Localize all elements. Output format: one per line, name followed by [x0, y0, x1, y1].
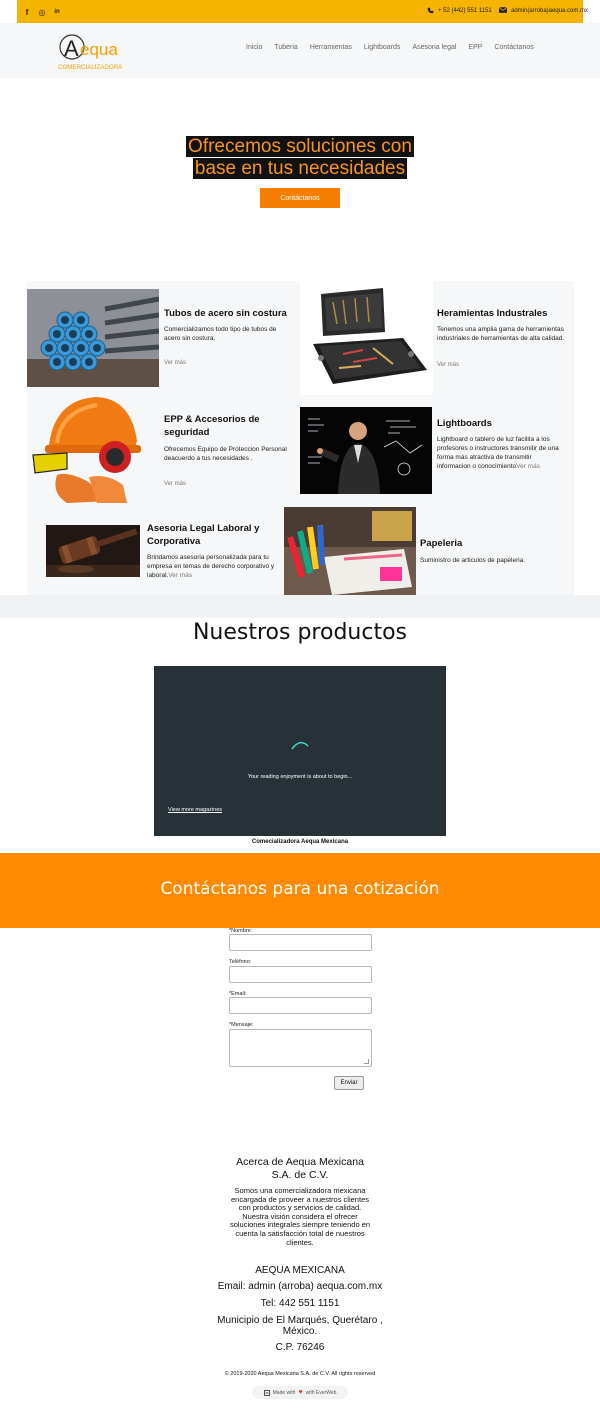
service-title-epp: EPP & Accesorios de seguridad	[164, 414, 260, 438]
nav-tuberia[interactable]: Tuberia	[274, 44, 297, 51]
made-with-everweb-badge[interactable]: Made with ♥ with EverWeb	[252, 1386, 348, 1399]
service-title-tubos: Tubos de acero sin costura	[164, 308, 287, 319]
aequa-logo-icon: A equa COMERCIALIZADORA	[58, 34, 123, 71]
quote-banner-title: Contáctanos para una cotización	[160, 879, 440, 899]
nav-epp[interactable]: EPP	[468, 44, 482, 51]
company-email: Email: admin (arroba) aequa.com.mx	[217, 1281, 383, 1292]
service-title-herramientas: Heramientas Industrales	[437, 308, 548, 319]
top-bar: f ◎ in + 52 (442) 551 1151 admin(arroba)…	[17, 0, 588, 23]
company-phone: Tel: 442 551 1151	[260, 1298, 340, 1309]
safety-helmet-image	[27, 393, 159, 505]
nav-herramientas[interactable]: Herramientas	[310, 44, 352, 51]
steel-pipes-image	[27, 289, 159, 387]
service-more-lightboards[interactable]: Ver más	[516, 463, 540, 470]
nav-contactanos[interactable]: Contáctanos	[494, 44, 533, 51]
service-desc-tubos: Comercializamos todo tipo de tubos de ac…	[164, 326, 277, 342]
mensaje-label: *Mensaje:	[229, 1022, 254, 1028]
quote-banner: Contáctanos para una cotización	[0, 853, 600, 928]
company-postal-code: C.P. 76246	[275, 1342, 325, 1353]
email-address: admin(arroba)aequa.com.mx	[511, 8, 589, 14]
tool-case-image	[303, 284, 431, 392]
stationery-image	[284, 507, 416, 595]
nav-inicio[interactable]: Inicio	[246, 44, 262, 51]
svg-text:equa: equa	[80, 40, 118, 59]
nav-asesoria-legal[interactable]: Asesoria legal	[412, 44, 456, 51]
service-desc-legal: Brindamos asesoria personalizada para tu…	[147, 554, 275, 579]
phone-icon	[427, 7, 434, 14]
service-desc-papeleria: Suministro de articulos de papeleria.	[420, 557, 526, 564]
copyright: © 2019-2020 Aequa Mexicana S.A. de C.V. …	[224, 1371, 376, 1377]
linkedin-icon[interactable]: in	[52, 7, 62, 17]
viewer-loading-text: Your reading enjoyment is about to begin…	[247, 774, 353, 780]
hero-title-line-1: Ofrecemos soluciones con	[186, 136, 414, 157]
telefono-label: Teléfono:	[229, 959, 252, 965]
service-desc-herramientas: Tenemos una amplia gama de herramientas …	[437, 326, 565, 342]
service-more-legal[interactable]: Ver más	[168, 572, 192, 579]
service-title-lightboards: Lightboards	[437, 418, 492, 429]
service-desc-lightboards: Lightboard o tablero de luz facilita a l…	[437, 436, 559, 470]
company-name: AEQUA MEXICANA	[255, 1265, 345, 1276]
loading-spinner-icon	[291, 741, 309, 750]
submit-button[interactable]: Enviar	[334, 1076, 364, 1090]
logo[interactable]: A equa COMERCIALIZADORA	[58, 33, 138, 71]
phone-contact[interactable]: + 52 (442) 551 1151	[427, 6, 492, 16]
envelope-icon	[498, 7, 508, 14]
about-title: Acerca de Aequa Mexicana S.A. de C.V.	[236, 1156, 364, 1181]
svg-text:COMERCIALIZADORA: COMERCIALIZADORA	[58, 64, 123, 71]
view-more-magazines-link[interactable]: View more magazines	[168, 807, 222, 813]
service-title-legal: Asesoria Legal Laboral y Corporativa	[147, 523, 260, 547]
service-more-tubos[interactable]: Ver más	[164, 360, 186, 366]
service-title-papeleria: Papeleria	[420, 538, 463, 549]
service-more-epp[interactable]: Ver más	[164, 481, 186, 487]
service-more-herramientas[interactable]: Ver más	[437, 362, 459, 368]
hero-title-line-2: base en tus necesidades	[192, 158, 408, 179]
instagram-icon[interactable]: ◎	[37, 7, 47, 17]
everweb-logo-icon	[263, 1389, 270, 1396]
section-divider	[0, 595, 600, 618]
service-desc-epp: Ofrecemos Equipo de Proteccion Personal …	[164, 446, 287, 462]
heart-icon: ♥	[298, 1389, 303, 1396]
made-with-text: Made with	[272, 1389, 296, 1396]
email-contact[interactable]: admin(arroba)aequa.com.mx	[498, 6, 589, 16]
nombre-field[interactable]	[229, 934, 372, 951]
mensaje-field[interactable]	[229, 1029, 372, 1067]
viewer-caption: Comecializadora Aequa Mexicana	[251, 839, 349, 845]
resize-handle[interactable]	[364, 1059, 369, 1064]
hero-contact-button[interactable]: Contáctanos	[260, 188, 340, 208]
nav-lightboards[interactable]: Lightboards	[364, 44, 401, 51]
phone-number: + 52 (442) 551 1151	[438, 8, 492, 14]
lightboard-image	[300, 407, 432, 494]
products-title: Nuestros productos	[192, 620, 408, 645]
with-everweb-text: with EverWeb	[305, 1389, 337, 1396]
facebook-icon[interactable]: f	[22, 7, 32, 17]
svg-text:A: A	[64, 36, 79, 61]
email-field[interactable]	[229, 997, 372, 1014]
company-address-2: México.	[282, 1326, 318, 1337]
main-nav: Inicio Tuberia Herramientas Lightboards …	[246, 44, 546, 51]
about-body: Somos una comercializadora mexicana enca…	[229, 1186, 371, 1247]
gavel-image	[46, 525, 140, 577]
telefono-field[interactable]	[229, 966, 372, 983]
company-address-1: Municipio de El Marqués, Querétaro ,	[217, 1315, 383, 1326]
